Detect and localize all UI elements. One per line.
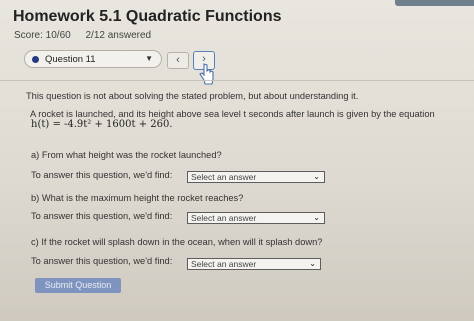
question-select[interactable]: Question 11 ▼ [24,50,162,68]
part-b-select-value: Select an answer [191,213,257,223]
answered-count: 2/12 answered [85,30,152,41]
part-c-answer-label: To answer this question, we'd find: [31,256,173,266]
part-c-select-value: Select an answer [191,259,257,269]
problem-statement: A rocket is launched, and its height abo… [30,109,435,119]
equation: h(t) = -4.9t² + 1600t + 260. [31,119,173,130]
chevron-down-icon: ⌄ [309,259,316,268]
part-b-answer-label: To answer this question, we'd find: [31,211,173,221]
part-a-select-value: Select an answer [191,172,257,182]
chevron-down-icon: ▼ [145,54,153,63]
chevron-down-icon: ⌄ [313,213,320,222]
submit-question-button[interactable]: Submit Question [35,278,121,293]
part-a-answer-select[interactable]: Select an answer ⌄ [187,171,325,183]
part-a-question: a) From what height was the rocket launc… [31,150,222,160]
question-select-label: Question 11 [45,54,96,65]
part-a-answer-label: To answer this question, we'd find: [31,170,173,180]
chevron-left-icon: ‹ [176,54,180,66]
part-b-answer-select[interactable]: Select an answer ⌄ [187,212,325,224]
part-c-answer-select[interactable]: Select an answer ⌄ [187,258,321,270]
top-bar-strip [395,0,474,6]
hand-cursor-icon [199,63,214,85]
previous-question-button[interactable]: ‹ [167,52,189,69]
content-divider [0,80,474,81]
part-b-question: b) What is the maximum height the rocket… [31,193,244,203]
homework-page: Homework 5.1 Quadratic Functions Score: … [0,0,474,321]
chevron-down-icon: ⌄ [313,172,320,181]
question-notice: This question is not about solving the s… [26,91,359,101]
score-text: Score: 10/60 [14,30,71,41]
question-status-dot-icon [32,56,39,63]
part-c-question: c) If the rocket will splash down in the… [31,237,323,247]
page-title: Homework 5.1 Quadratic Functions [13,8,282,25]
score-line: Score: 10/60 2/12 answered [14,30,163,41]
